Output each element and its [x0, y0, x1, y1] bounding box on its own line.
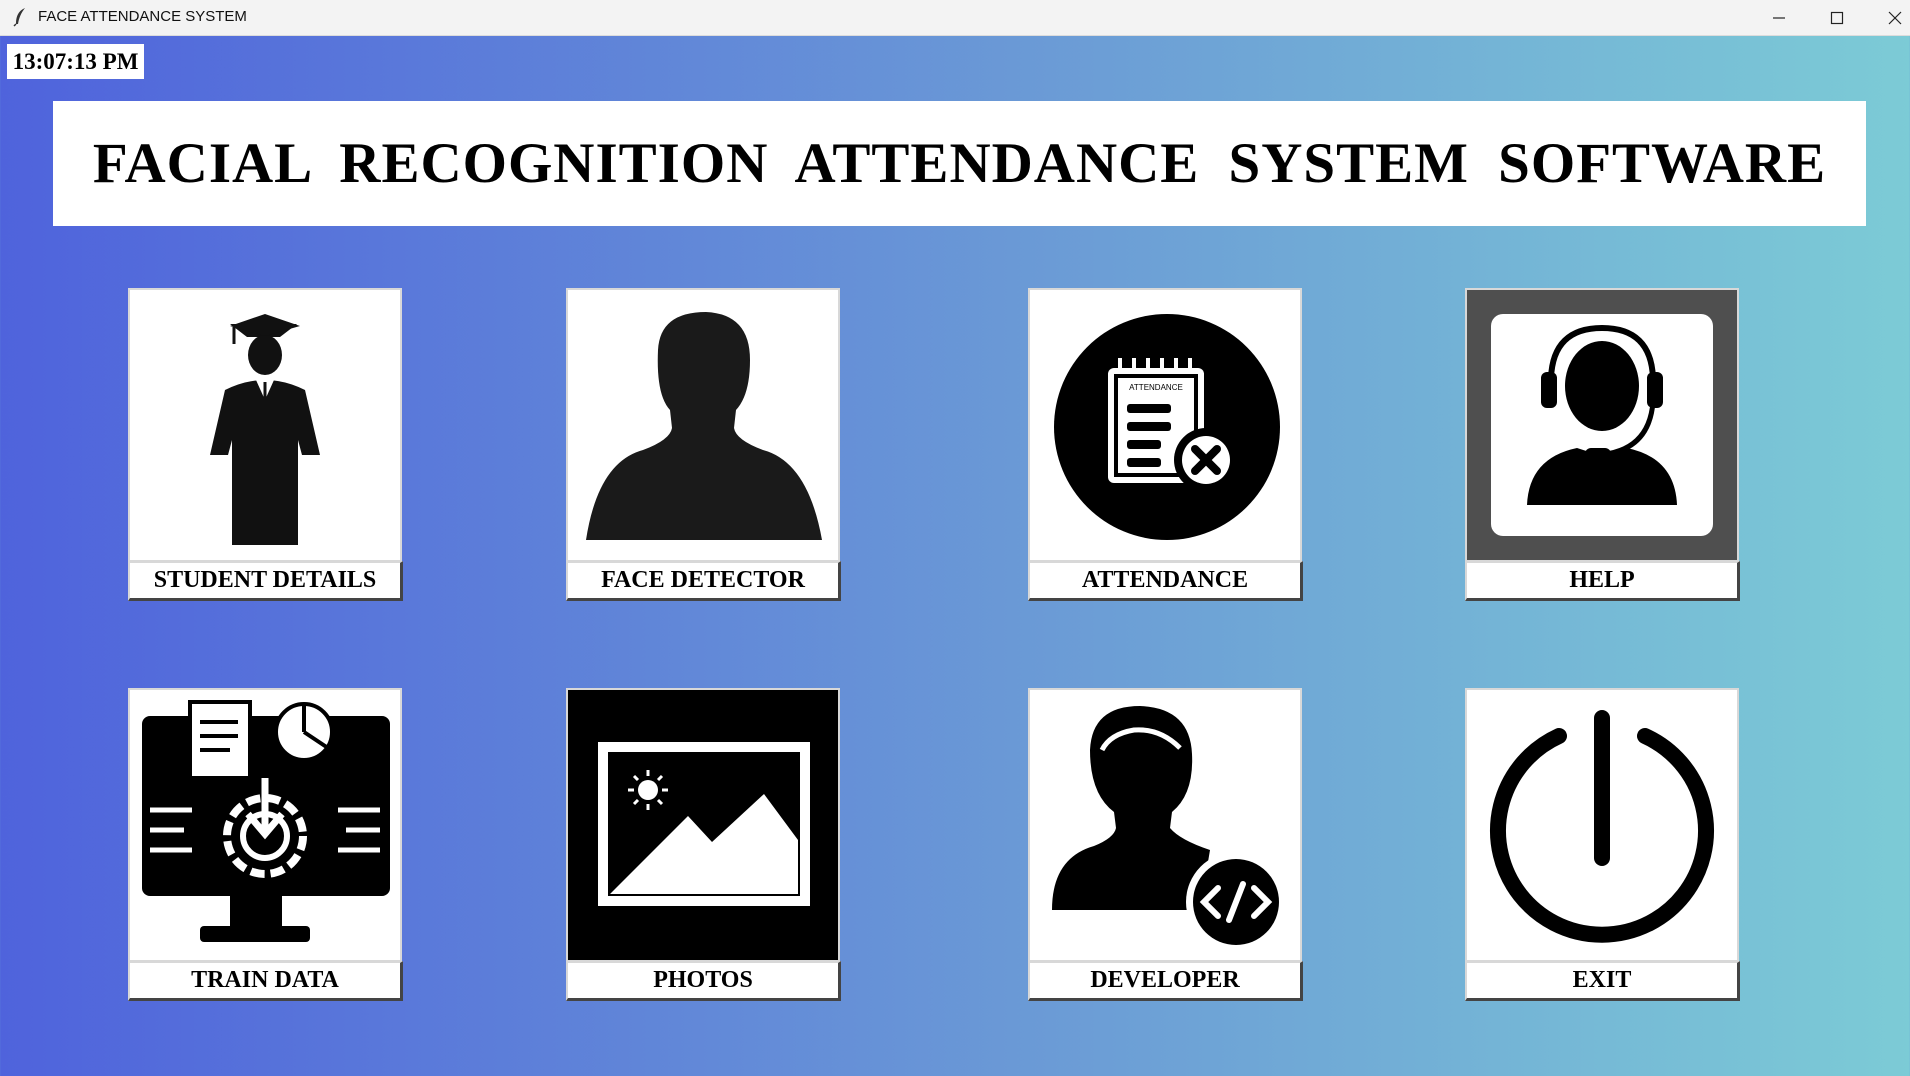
minimize-button[interactable] — [1750, 0, 1808, 35]
tile-attendance[interactable]: ATTENDANCE ATTENDANCE — [1028, 288, 1303, 601]
photos-button[interactable]: PHOTOS — [566, 961, 841, 1001]
developer-code-icon — [1052, 706, 1286, 952]
developer-image-button[interactable] — [1028, 688, 1302, 962]
help-button[interactable]: HELP — [1465, 561, 1740, 601]
attendance-clipboard-icon: ATTENDANCE — [1054, 314, 1280, 540]
attendance-image-button[interactable]: ATTENDANCE — [1028, 288, 1302, 562]
header-banner: FACIAL RECOGNITION ATTENDANCE SYSTEM SOF… — [53, 101, 1866, 226]
tile-face-detector[interactable]: FACE DETECTOR — [566, 288, 841, 601]
maximize-icon — [1830, 11, 1844, 25]
tile-photos[interactable]: PHOTOS — [566, 688, 841, 1001]
attendance-button[interactable]: ATTENDANCE — [1028, 561, 1303, 601]
exit-image-button[interactable] — [1465, 688, 1739, 962]
window-titlebar: FACE ATTENDANCE SYSTEM — [0, 0, 1910, 36]
tile-developer[interactable]: DEVELOPER — [1028, 688, 1303, 1001]
student-details-button[interactable]: STUDENT DETAILS — [128, 561, 403, 601]
image-landscape-icon — [598, 742, 810, 906]
window-title: FACE ATTENDANCE SYSTEM — [38, 8, 247, 25]
photos-image-button[interactable] — [566, 688, 840, 962]
page-title: FACIAL RECOGNITION ATTENDANCE SYSTEM SOF… — [92, 132, 1827, 195]
person-silhouette-icon — [586, 312, 822, 540]
headset-support-icon — [1491, 314, 1713, 536]
train-data-image-button[interactable] — [128, 688, 402, 962]
help-image-button[interactable] — [1465, 288, 1739, 562]
attendance-badge-text: ATTENDANCE — [1129, 383, 1183, 392]
face-detector-button[interactable]: FACE DETECTOR — [566, 561, 841, 601]
train-data-button[interactable]: TRAIN DATA — [128, 961, 403, 1001]
exit-button[interactable]: EXIT — [1465, 961, 1740, 1001]
monitor-gear-icon — [142, 700, 390, 942]
tile-train-data[interactable]: TRAIN DATA — [128, 688, 403, 1001]
graduate-icon — [210, 314, 320, 545]
maximize-button[interactable] — [1808, 0, 1866, 35]
feather-icon — [13, 8, 25, 27]
tile-exit[interactable]: EXIT — [1465, 688, 1740, 1001]
tile-help[interactable]: HELP — [1465, 288, 1740, 601]
developer-button[interactable]: DEVELOPER — [1028, 961, 1303, 1001]
minimize-icon — [1773, 17, 1785, 19]
student-details-image-button[interactable] — [128, 288, 402, 562]
face-detector-image-button[interactable] — [566, 288, 840, 562]
close-icon — [1888, 11, 1902, 25]
power-icon — [1490, 710, 1714, 943]
tile-student-details[interactable]: STUDENT DETAILS — [128, 288, 403, 601]
clock-display: 13:07:13 PM — [7, 44, 144, 79]
close-button[interactable] — [1866, 0, 1910, 35]
